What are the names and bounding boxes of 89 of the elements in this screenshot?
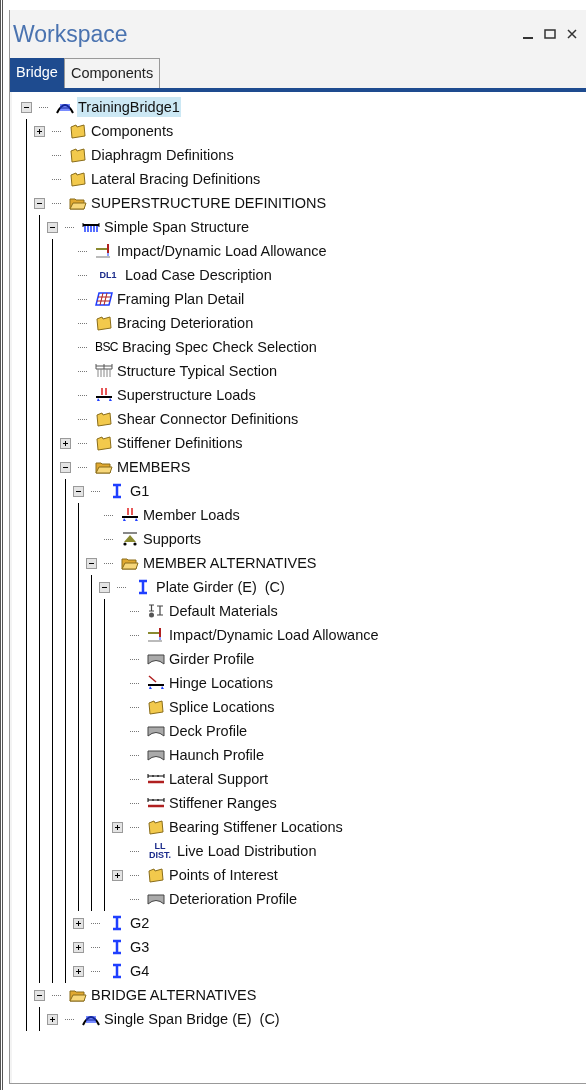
collapse-toggle[interactable]	[47, 221, 58, 233]
tab[interactable]: Bridge	[10, 58, 64, 88]
tree-item[interactable]: Stiffener Definitions	[116, 433, 244, 453]
folder-icon	[69, 147, 87, 163]
tree-item[interactable]: Live Load Distribution	[176, 841, 318, 861]
profile-icon	[147, 747, 165, 763]
tree-item[interactable]: G1	[129, 481, 151, 501]
collapse-toggle[interactable]	[73, 485, 84, 497]
expand-toggle[interactable]	[73, 917, 84, 929]
tree-item[interactable]: Load Case Description	[124, 265, 273, 285]
supports-icon	[121, 531, 139, 547]
collapse-toggle[interactable]	[86, 557, 97, 569]
tree-item[interactable]: Structure Typical Section	[116, 361, 279, 381]
tree-item[interactable]: Lateral Support	[168, 769, 270, 789]
tree-item[interactable]: Framing Plan Detail	[116, 289, 246, 309]
materials-icon	[147, 603, 165, 619]
tree-item[interactable]: Diaphragm Definitions	[90, 145, 235, 165]
tree-item[interactable]: Impact/Dynamic Load Allowance	[168, 625, 380, 645]
tree-item[interactable]: MEMBER ALTERNATIVES	[142, 553, 318, 573]
expand-toggle[interactable]	[73, 965, 84, 977]
impact-icon	[95, 243, 113, 259]
tree-item[interactable]: Deterioration Profile	[168, 889, 299, 909]
maximize-icon[interactable]	[544, 28, 556, 40]
tree-item[interactable]: SUPERSTRUCTURE DEFINITIONS	[90, 193, 328, 213]
collapse-toggle[interactable]	[60, 461, 71, 473]
tree-item[interactable]: Default Materials	[168, 601, 279, 621]
tree-item[interactable]: MEMBERS	[116, 457, 192, 477]
tab[interactable]: Components	[63, 58, 161, 88]
expand-toggle[interactable]	[60, 437, 71, 449]
loads-icon	[95, 387, 113, 403]
expand-toggle[interactable]	[112, 869, 123, 881]
tree-item[interactable]: Simple Span Structure	[103, 217, 251, 237]
collapse-toggle[interactable]	[34, 989, 45, 1001]
open-folder-icon	[95, 459, 113, 475]
tree-item[interactable]: Bearing Stiffener Locations	[168, 817, 344, 837]
tree-item[interactable]: Haunch Profile	[168, 745, 266, 765]
grid-icon	[95, 291, 113, 307]
tree-item[interactable]: Stiffener Ranges	[168, 793, 278, 813]
tree-item[interactable]: Lateral Bracing Definitions	[90, 169, 262, 189]
tree-item[interactable]: Plate Girder (E) (C)	[155, 577, 286, 597]
tree-item[interactable]: Supports	[142, 529, 203, 549]
tree-item[interactable]: Shear Connector Definitions	[116, 409, 300, 429]
tree-item[interactable]: Hinge Locations	[168, 673, 274, 693]
tree-item[interactable]: TrainingBridge1	[77, 97, 181, 117]
window-title: Workspace	[13, 19, 128, 49]
open-folder-icon	[69, 987, 87, 1003]
tree-item[interactable]: BRIDGE ALTERNATIVES	[90, 985, 258, 1005]
tree-item[interactable]: Bracing Deterioration	[116, 313, 255, 333]
expand-toggle[interactable]	[34, 125, 45, 137]
tree-item[interactable]: Points of Interest	[168, 865, 279, 885]
profile-icon	[147, 651, 165, 667]
folder-icon	[69, 171, 87, 187]
text-icon: BSC	[95, 339, 118, 355]
tree-item[interactable]: Deck Profile	[168, 721, 249, 741]
folder-icon	[95, 435, 113, 451]
collapse-toggle[interactable]	[21, 101, 32, 113]
tree-item[interactable]: Bracing Spec Check Selection	[120, 337, 318, 357]
typical-section-icon	[95, 363, 113, 379]
tree-item[interactable]: G4	[129, 961, 151, 981]
folder-icon	[147, 819, 165, 835]
close-icon[interactable]	[566, 28, 578, 40]
load-case-icon: DL1	[95, 270, 121, 280]
collapse-toggle[interactable]	[99, 581, 110, 593]
open-folder-icon	[69, 195, 87, 211]
impact-icon	[147, 627, 165, 643]
collapse-toggle[interactable]	[34, 197, 45, 209]
load-case-icon: LL DIST.	[147, 842, 173, 860]
tree-item[interactable]: Member Loads	[142, 505, 241, 525]
tree-item[interactable]: G3	[129, 937, 151, 957]
profile-icon	[147, 891, 165, 907]
expand-toggle[interactable]	[47, 1013, 58, 1025]
profile-icon	[147, 723, 165, 739]
tree-item[interactable]: Components	[90, 121, 175, 141]
folder-icon	[147, 699, 165, 715]
folder-icon	[147, 867, 165, 883]
loads-icon	[121, 507, 139, 523]
expand-toggle[interactable]	[112, 821, 123, 833]
hinge-icon	[147, 675, 165, 691]
tree-item[interactable]: Superstructure Loads	[116, 385, 257, 405]
tree-item[interactable]: Single Span Bridge (E) (C)	[103, 1009, 281, 1029]
folder-icon	[95, 315, 113, 331]
tree-item[interactable]: G2	[129, 913, 151, 933]
open-folder-icon	[121, 555, 139, 571]
tree-item[interactable]: Splice Locations	[168, 697, 276, 717]
expand-toggle[interactable]	[73, 941, 84, 953]
tree-item[interactable]: Girder Profile	[168, 649, 256, 669]
tree-item[interactable]: Impact/Dynamic Load Allowance	[116, 241, 328, 261]
folder-icon	[69, 123, 87, 139]
folder-icon	[95, 411, 113, 427]
